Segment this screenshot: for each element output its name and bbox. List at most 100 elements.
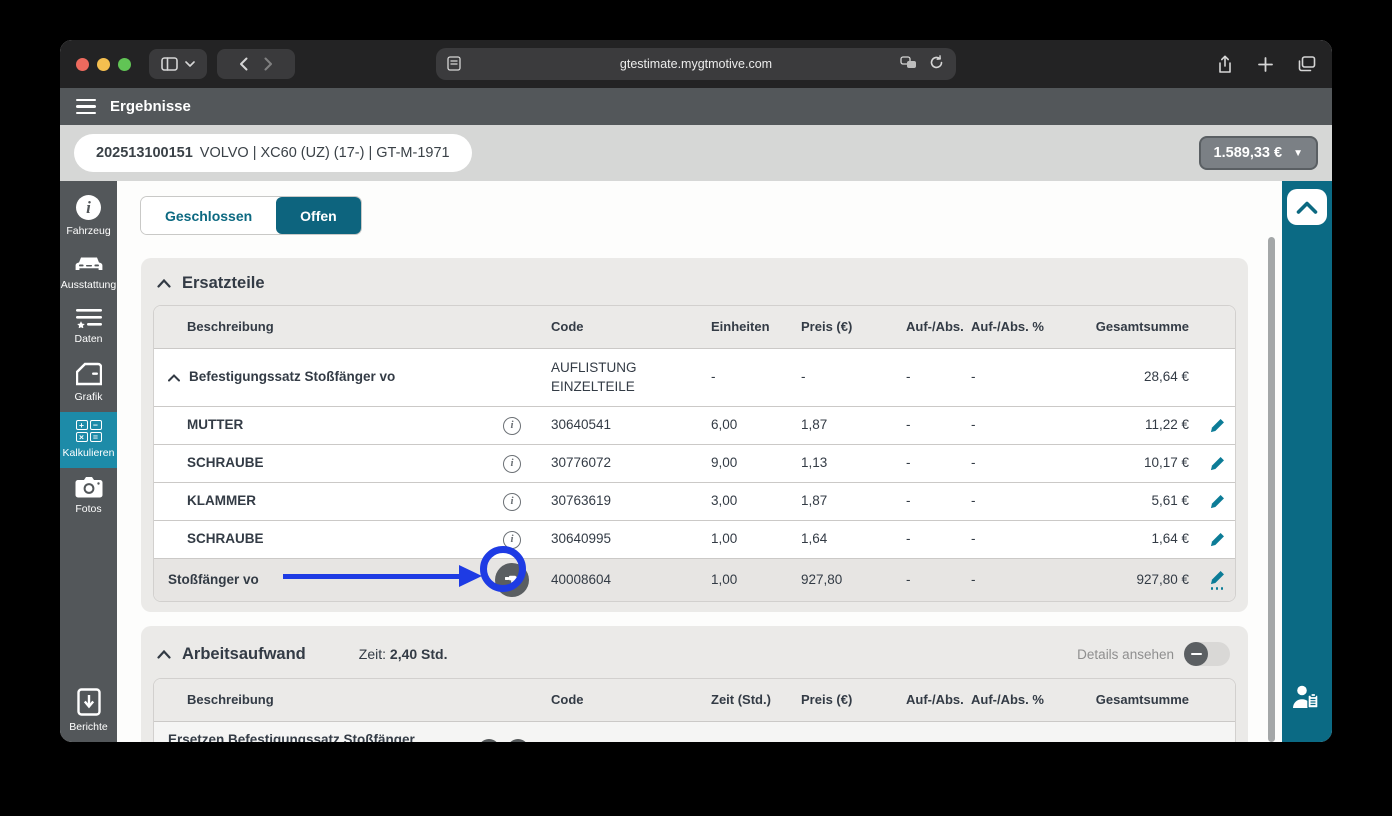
table-row: Ersetzen Befestigungssatz Stoßfänger vo …	[154, 721, 1235, 742]
part-code: 40008604	[551, 571, 612, 587]
claim-number: 202513100151	[96, 145, 193, 161]
person-clipboard-icon	[1293, 685, 1319, 709]
car-icon	[75, 257, 102, 270]
info-icon[interactable]: i	[503, 454, 521, 473]
labor-total: -	[1077, 736, 1199, 742]
app-header: Ergebnisse	[60, 88, 1332, 125]
left-sidebar: i Fahrzeug Ausstattung Daten Grafik + − …	[60, 181, 117, 742]
part-code: 30640541	[551, 417, 612, 433]
part-description: Befestigungssatz Stoßfänger vo	[189, 369, 396, 385]
titlebar-right-buttons	[1217, 54, 1316, 74]
info-icon[interactable]: i	[503, 492, 521, 511]
expert-contact-button[interactable]	[1291, 684, 1323, 716]
minimize-window-button[interactable]	[97, 57, 110, 71]
table-row: MUTTER i 30640541 6,00 1,87 - - 11,22 €	[154, 406, 1235, 444]
menu-icon[interactable]	[76, 98, 96, 115]
part-code: 30776072	[551, 455, 612, 471]
edit-icon[interactable]	[1210, 418, 1225, 433]
time-value: 2,40 Std.	[389, 646, 448, 662]
browser-sidebar-toggle[interactable]	[149, 49, 207, 79]
col-preis: Preis (€)	[801, 691, 853, 707]
parts-table: Beschreibung Code Einheiten Preis (€) Au…	[153, 305, 1236, 602]
traffic-lights	[76, 57, 131, 71]
col-code: Code	[551, 318, 584, 334]
forward-icon[interactable]	[264, 57, 273, 71]
wrench-icon[interactable]: 2	[507, 738, 529, 742]
sidebar-item-kalkulieren[interactable]: + − × = Kalkulieren	[60, 412, 117, 468]
info-icon[interactable]: i	[503, 530, 521, 549]
close-window-button[interactable]	[76, 57, 89, 71]
main-content: Geschlossen Offen Ersatzteile Beschreibu…	[117, 181, 1282, 742]
list-star-icon	[75, 309, 102, 328]
url-text: gtestimate.mygtmotive.com	[619, 57, 773, 71]
tab-offen[interactable]: Offen	[276, 197, 361, 234]
address-bar[interactable]: gtestimate.mygtmotive.com	[436, 48, 956, 80]
col-auf-abs: Auf-/Abs.	[906, 318, 964, 334]
col-gesamtsumme: Gesamtsumme	[1095, 318, 1189, 334]
page-title: Ergebnisse	[110, 98, 191, 115]
table-row-stossfaenger: Stoßfänger vo 40008604 1,00 927,80 - - 9…	[154, 558, 1235, 601]
part-total: 11,22 €	[1144, 417, 1189, 433]
labor-table-header: Beschreibung Code Zeit (Std.) Preis (€) …	[154, 679, 1235, 721]
sidebar-item-fotos[interactable]: Fotos	[60, 468, 117, 524]
caret-down-icon: ▼	[1293, 147, 1303, 159]
sidebar-item-daten[interactable]: Daten	[60, 300, 117, 354]
browser-window: gtestimate.mygtmotive.com Ergebnisse 202…	[60, 40, 1332, 742]
sidebar-item-label: Berichte	[69, 721, 108, 733]
tab-overview-icon[interactable]	[1298, 56, 1316, 72]
vehicle-pill[interactable]: 202513100151 VOLVO | XC60 (UZ) (17-) | G…	[74, 134, 472, 172]
edit-icon[interactable]	[1210, 456, 1225, 471]
spray-gun-icon[interactable]	[495, 563, 529, 597]
sidebar-item-berichte[interactable]: Berichte	[60, 680, 117, 742]
tab-geschlossen[interactable]: Geschlossen	[141, 197, 277, 234]
labor-code: GtT69000	[539, 736, 699, 742]
parts-table-header: Beschreibung Code Einheiten Preis (€) Au…	[154, 306, 1235, 348]
part-code: 30640995	[551, 531, 612, 547]
car-door-icon	[75, 362, 102, 386]
reload-icon[interactable]	[929, 55, 944, 70]
sidebar-item-fahrzeug[interactable]: i Fahrzeug	[60, 187, 117, 246]
part-description: Stoßfänger vo	[168, 571, 259, 587]
col-code: Code	[551, 691, 584, 707]
edit-options-icon[interactable]	[1210, 570, 1225, 590]
part-description: SCHRAUBE	[187, 531, 264, 547]
zoom-window-button[interactable]	[118, 57, 131, 71]
scrollbar[interactable]	[1268, 237, 1275, 742]
section-title-parts: Ersatzteile	[182, 274, 265, 292]
back-icon[interactable]	[239, 57, 248, 71]
camera-icon	[75, 477, 102, 498]
reader-view-icon[interactable]	[447, 56, 461, 71]
report-download-icon	[76, 688, 101, 716]
collapse-group-icon[interactable]	[168, 373, 180, 382]
table-row: SCHRAUBE i 30640995 1,00 1,64 - - 1,64 €	[154, 520, 1235, 558]
vehicle-description: VOLVO | XC60 (UZ) (17-) | GT-M-1971	[199, 145, 450, 161]
share-icon[interactable]	[1217, 54, 1233, 74]
calculator-icon: + − × =	[75, 420, 102, 442]
chevron-down-icon	[185, 61, 195, 67]
part-total: 927,80 €	[1136, 571, 1189, 587]
total-amount-dropdown[interactable]: 1.589,33 € ▼	[1198, 136, 1318, 170]
warning-icon[interactable]: !	[478, 738, 500, 742]
translate-icon[interactable]	[900, 55, 917, 70]
edit-icon[interactable]	[1210, 494, 1225, 509]
collapse-labor-icon[interactable]	[157, 649, 171, 659]
info-icon[interactable]: i	[503, 416, 521, 435]
section-title-labor: Arbeitsaufwand	[182, 644, 306, 663]
table-row: KLAMMER i 30763619 3,00 1,87 - - 5,61 €	[154, 482, 1235, 520]
edit-icon[interactable]	[1210, 532, 1225, 547]
collapse-parts-icon[interactable]	[157, 279, 171, 288]
right-rail	[1282, 181, 1332, 742]
part-code: AUFLISTUNG EINZELTEILE	[551, 360, 637, 394]
sidebar-panel-icon	[161, 57, 178, 71]
col-einheiten: Einheiten	[711, 318, 770, 334]
details-toggle[interactable]	[1184, 642, 1230, 666]
sidebar-item-grafik[interactable]: Grafik	[60, 354, 117, 412]
sidebar-item-label: Ausstattung	[60, 279, 117, 291]
sidebar-item-label: Fahrzeug	[66, 225, 111, 237]
labor-table: Beschreibung Code Zeit (Std.) Preis (€) …	[153, 678, 1236, 742]
new-tab-icon[interactable]	[1258, 56, 1273, 72]
scroll-to-top-button[interactable]	[1287, 189, 1327, 225]
sidebar-item-ausstattung[interactable]: Ausstattung	[60, 246, 117, 300]
browser-titlebar: gtestimate.mygtmotive.com	[60, 40, 1332, 88]
labor-card: Arbeitsaufwand Zeit: 2,40 Std. Details a…	[141, 626, 1248, 742]
